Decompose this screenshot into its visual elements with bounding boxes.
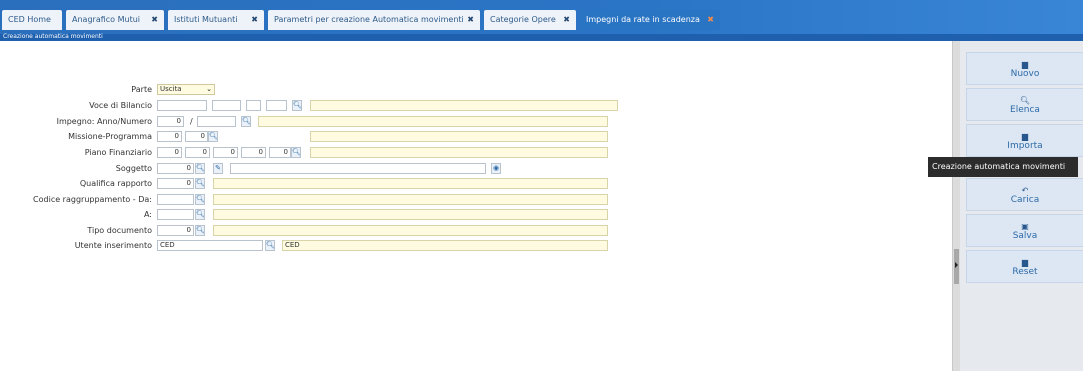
piano-field-4[interactable]: 0 (241, 147, 266, 158)
close-icon[interactable]: ✖ (251, 10, 258, 30)
elenca-button[interactable]: 🔍︎ Elenca (966, 88, 1083, 121)
codice-a-label: A: (143, 210, 152, 219)
voce-bilancio-field-1[interactable] (157, 100, 207, 111)
reset-button[interactable]: ▆ Reset (966, 250, 1083, 283)
piano-field-2[interactable]: 0 (185, 147, 210, 158)
missione-label: Missione-Programma (68, 132, 152, 141)
codice-da-description (213, 194, 608, 205)
voce-bilancio-field-2[interactable] (212, 100, 241, 111)
soggetto-name-field[interactable] (230, 163, 486, 174)
search-icon[interactable]: 🔍︎ (195, 194, 205, 205)
piano-finanziario-label: Piano Finanziario (84, 148, 152, 157)
soggetto-label: Soggetto (115, 164, 152, 173)
qualifica-description (213, 178, 608, 189)
close-icon[interactable]: ✖ (467, 10, 474, 30)
impegno-description (258, 116, 608, 127)
voce-bilancio-label: Voce di Bilancio (89, 101, 152, 110)
search-icon[interactable]: 🔍︎ (195, 209, 205, 220)
button-label: Elenca (1010, 105, 1040, 115)
view-icon[interactable]: ◉ (491, 163, 501, 174)
voce-bilancio-field-3[interactable] (246, 100, 261, 111)
search-icon[interactable]: 🔍︎ (291, 147, 301, 158)
nuovo-button[interactable]: ▆ Nuovo (966, 52, 1083, 85)
chevron-down-icon: ⌄ (206, 85, 212, 93)
tab-ced-home[interactable]: CED Home (2, 10, 62, 30)
missione-description (310, 131, 608, 142)
parte-label: Parte (131, 85, 152, 94)
tipo-documento-field[interactable]: 0 (157, 225, 194, 236)
button-label: Importa (1007, 141, 1043, 151)
tipo-documento-label: Tipo documento (87, 226, 152, 235)
import-icon: ▆ (1021, 132, 1029, 141)
tipo-documento-description (213, 225, 608, 236)
expand-arrow-icon[interactable] (955, 262, 958, 268)
new-file-icon: ▆ (1021, 60, 1029, 69)
qualifica-field[interactable]: 0 (157, 178, 194, 189)
piano-field-1[interactable]: 0 (157, 147, 182, 158)
salva-button[interactable]: ▣ Salva (966, 214, 1083, 247)
carica-button[interactable]: ↶ Carica (966, 178, 1083, 211)
tab-bar: CED Home Anagrafico Mutui ✖ Istituti Mutu… (0, 0, 1083, 34)
tab-label: Categorie Opere (490, 15, 556, 24)
impegno-separator: / (190, 117, 193, 126)
button-label: Nuovo (1010, 69, 1040, 79)
utente-inserimento-description: CED (282, 240, 608, 251)
importa-button[interactable]: ▆ Importa (966, 124, 1083, 157)
parte-select[interactable]: Uscita ⌄ (157, 84, 215, 95)
search-icon: 🔍︎ (1019, 96, 1031, 105)
voce-bilancio-field-4[interactable] (266, 100, 287, 111)
tab-label: CED Home (8, 15, 51, 24)
impegno-label: Impegno: Anno/Numero (56, 117, 152, 126)
tab-parametri-creazione[interactable]: Parametri per creazione Automatica movim… (268, 10, 480, 30)
page-subtitle-bar: Creazione automatica movimenti (0, 33, 1083, 41)
close-icon[interactable]: ✖ (707, 10, 714, 30)
close-icon[interactable]: ✖ (563, 10, 570, 30)
missione-field[interactable]: 0 (157, 131, 182, 142)
search-icon[interactable]: 🔍︎ (208, 131, 218, 142)
button-label: Salva (1012, 231, 1038, 241)
impegno-numero-field[interactable] (197, 116, 236, 127)
close-icon[interactable]: ✖ (151, 10, 158, 30)
codice-a-field[interactable] (157, 209, 194, 220)
search-icon[interactable]: 🔍︎ (265, 240, 275, 251)
utente-inserimento-field[interactable]: CED (157, 240, 263, 251)
codice-a-description (213, 209, 608, 220)
codice-da-label: Codice raggruppamento - Da: (33, 195, 152, 204)
button-label: Carica (1010, 195, 1040, 205)
search-icon[interactable]: 🔍︎ (195, 163, 205, 174)
voce-bilancio-description (310, 100, 618, 111)
codice-da-field[interactable] (157, 194, 194, 205)
piano-description (310, 147, 608, 158)
piano-field-3[interactable]: 0 (213, 147, 238, 158)
qualifica-label: Qualifica rapporto (79, 179, 152, 188)
load-icon: ↶ (1021, 186, 1029, 195)
tab-label: Istituti Mutuanti (174, 15, 238, 24)
search-icon[interactable]: 🔍︎ (195, 178, 205, 189)
button-label: Reset (1012, 267, 1038, 277)
search-icon[interactable]: 🔍︎ (195, 225, 205, 236)
programma-field[interactable]: 0 (185, 131, 208, 142)
parte-value: Uscita (160, 85, 182, 93)
tab-istituti-mutuanti[interactable]: Istituti Mutuanti ✖ (168, 10, 264, 30)
tab-label: Anagrafico Mutui (72, 15, 140, 24)
tab-label: Parametri per creazione Automatica movim… (274, 15, 464, 24)
tooltip: Creazione automatica movimenti (928, 157, 1078, 177)
impegno-anno-field[interactable]: 0 (157, 116, 184, 127)
reset-icon: ▆ (1021, 258, 1029, 267)
utente-inserimento-label: Utente inserimento (74, 241, 152, 250)
tab-anagrafico-mutui[interactable]: Anagrafico Mutui ✖ (66, 10, 164, 30)
tab-categorie-opere[interactable]: Categorie Opere ✖ (484, 10, 576, 30)
tab-impegni-rate[interactable]: Impegni da rate in scadenza ✖ (580, 10, 720, 30)
search-icon[interactable]: 🔍︎ (241, 116, 251, 127)
edit-icon[interactable]: ✎ (213, 163, 223, 174)
piano-field-5[interactable]: 0 (269, 147, 291, 158)
tab-label: Impegni da rate in scadenza (586, 15, 700, 24)
soggetto-field[interactable]: 0 (157, 163, 194, 174)
save-icon: ▣ (1021, 222, 1029, 231)
search-icon[interactable]: 🔍︎ (292, 100, 302, 111)
page-subtitle: Creazione automatica movimenti (3, 33, 103, 40)
